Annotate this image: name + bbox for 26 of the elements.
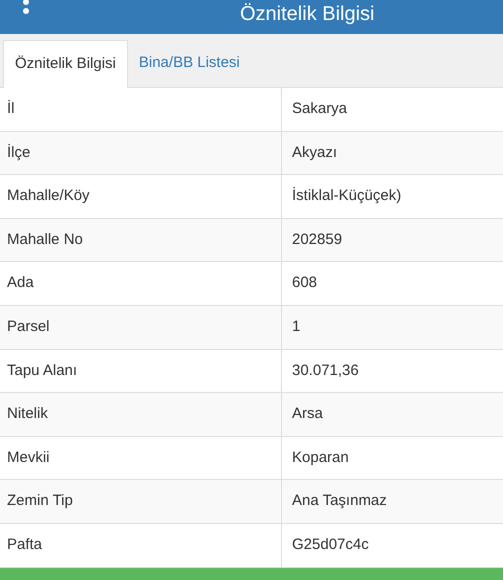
table-cell: Parsel: [0, 306, 282, 349]
table-cell: Tapu Alanı: [0, 350, 282, 392]
tab[interactable]: Bina/BB Listesi: [128, 39, 251, 87]
table-cell: Mevkii: [0, 436, 282, 480]
table-cell-text: G25d07c4c: [291, 534, 370, 555]
table-cell-text: 1: [291, 317, 302, 338]
table-cell: İl: [0, 88, 282, 131]
table-cell: Mahalle/Köy: [0, 175, 282, 218]
table-cell: İlçe: [0, 132, 282, 174]
table-cell: Zemin Tip: [0, 480, 282, 523]
table-cell-text: Koparan: [291, 448, 350, 468]
table-cell-text: 202859: [291, 230, 344, 250]
table-cell-text: 608: [291, 273, 318, 294]
tab[interactable]: Öznitelik Bilgisi: [3, 40, 128, 88]
table-cell-text: İstiklal-Küçüçek): [291, 186, 402, 206]
table-cell-text: 30.071,36: [291, 360, 360, 381]
menu-icon[interactable]: [22, 0, 30, 14]
table-cell-text: Ana Taşınmaz: [291, 491, 388, 512]
table-cell-text: Arsa: [291, 404, 324, 424]
table-cell: Pafta: [0, 524, 282, 567]
table-cell: Nitelik: [0, 393, 282, 436]
table-cell-text: Sakarya: [291, 99, 348, 120]
table-cell-text: Akyazı: [291, 142, 338, 163]
table-cell: Ada: [0, 262, 282, 305]
header-title: Öznitelik Bilgisi: [240, 4, 374, 24]
table-cell: Mahalle No: [0, 218, 282, 262]
